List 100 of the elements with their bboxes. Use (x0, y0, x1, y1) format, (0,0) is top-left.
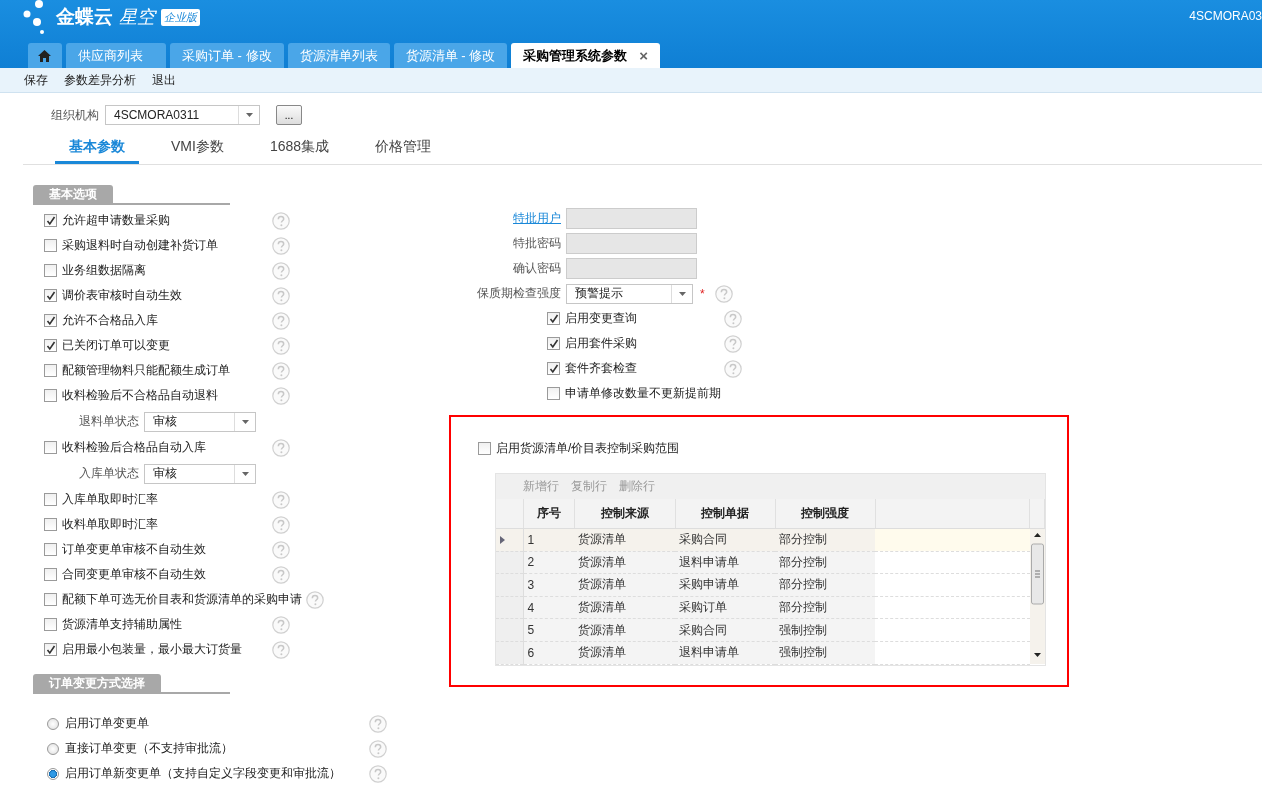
checkbox[interactable] (44, 518, 57, 531)
checkbox[interactable] (44, 239, 57, 252)
browse-button[interactable]: ... (276, 105, 302, 125)
option-label: 申请单修改数量不更新提前期 (565, 385, 721, 402)
table-cell: 4 (523, 596, 574, 619)
account-name: 4SCMORA03 (1189, 9, 1262, 23)
checkbox[interactable] (44, 214, 57, 227)
option-label: 业务组数据隔离 (62, 262, 147, 279)
table-cell: 退料申请单 (675, 551, 775, 574)
select-field[interactable]: 审核 (144, 411, 256, 432)
option-label: 配额下单可选无价目表和货源清单的采购申请 (62, 591, 302, 608)
column-header: 控制强度 (775, 499, 875, 529)
option-label: 允许不合格品入库 (62, 312, 159, 329)
option-label: 启用套件采购 (565, 335, 638, 352)
checkbox[interactable] (547, 362, 560, 375)
table-cell: 采购合同 (675, 528, 775, 552)
table-cell: 采购合同 (675, 618, 775, 642)
table-cell: 强制控制 (775, 618, 875, 642)
checkbox[interactable] (44, 389, 57, 402)
column-header: 序号 (523, 499, 574, 529)
checkbox[interactable] (44, 643, 57, 656)
help-icon[interactable] (724, 309, 742, 328)
option-label: 订单变更单审核不自动生效 (62, 541, 207, 558)
help-icon[interactable] (369, 714, 387, 733)
help-icon[interactable] (272, 236, 290, 255)
option-label: 货源清单支持辅助属性 (62, 616, 183, 633)
param-tab[interactable]: 价格管理 (361, 138, 446, 164)
toolbar-button[interactable]: 保存 (24, 71, 48, 89)
field-label: 退料单状态 (78, 413, 140, 430)
field-label: 保质期检查强度 (476, 285, 562, 302)
home-tab[interactable] (28, 43, 62, 68)
table-cell: 货源清单 (574, 641, 675, 664)
field-label: 确认密码 (512, 260, 562, 277)
logo-subtitle: 星空 (119, 6, 155, 29)
help-icon[interactable] (272, 361, 290, 380)
toolbar-button[interactable]: 参数差异分析 (64, 71, 136, 89)
param-tab[interactable]: 基本参数 (55, 138, 139, 164)
checkbox[interactable] (44, 568, 57, 581)
help-icon[interactable] (272, 565, 290, 584)
help-icon[interactable] (272, 336, 290, 355)
table-cell: 货源清单 (574, 551, 675, 574)
param-tab[interactable]: VMI参数 (157, 138, 238, 164)
checkbox[interactable] (44, 441, 57, 454)
option-label: 启用订单变更单 (65, 715, 150, 732)
checkbox[interactable] (478, 442, 491, 455)
checkbox[interactable] (44, 543, 57, 556)
help-icon[interactable] (272, 615, 290, 634)
table-cell: 采购申请单 (675, 573, 775, 597)
option-label: 允许超申请数量采购 (62, 212, 171, 229)
table-cell: 货源清单 (574, 618, 675, 642)
input-field[interactable] (566, 233, 697, 254)
help-icon[interactable] (272, 640, 290, 659)
checkbox[interactable] (44, 339, 57, 352)
checkbox[interactable] (44, 493, 57, 506)
toolbar-button[interactable]: 退出 (152, 71, 176, 89)
input-field[interactable] (566, 208, 697, 229)
table-cell: 采购订单 (675, 596, 775, 619)
input-field[interactable] (566, 258, 697, 279)
help-icon[interactable] (714, 284, 733, 303)
help-icon[interactable] (272, 540, 290, 559)
select-field[interactable]: 4SCMORA0311 (105, 105, 260, 125)
checkbox[interactable] (547, 387, 560, 400)
checkbox[interactable] (44, 618, 57, 631)
page-tab[interactable]: 采购管理系统参数 × (511, 43, 660, 68)
user-link[interactable]: 特批用户 (449, 210, 566, 227)
param-tab[interactable]: 1688集成 (255, 138, 344, 164)
checkbox[interactable] (44, 289, 57, 302)
option-label: 套件齐套检查 (565, 360, 638, 377)
option-label: 收料检验后不合格品自动退料 (62, 387, 219, 404)
help-icon[interactable] (272, 386, 290, 405)
table-cell: 6 (523, 641, 574, 664)
option-label: 启用订单新变更单（支持自定义字段变更和审批流） (65, 765, 342, 782)
help-icon[interactable] (272, 311, 290, 330)
checkbox[interactable] (44, 364, 57, 377)
checkbox[interactable] (44, 264, 57, 277)
help-icon[interactable] (272, 261, 290, 280)
caret-icon (241, 471, 249, 476)
help-icon[interactable] (306, 590, 324, 609)
option-label: 收料检验后合格品自动入库 (62, 439, 207, 456)
help-icon[interactable] (272, 438, 290, 457)
help-icon[interactable] (272, 286, 290, 305)
radio-button[interactable] (47, 767, 59, 780)
option-label: 合同变更单审核不自动生效 (62, 566, 207, 583)
help-icon[interactable] (724, 359, 742, 378)
help-icon[interactable] (272, 490, 290, 509)
checkbox[interactable] (44, 593, 57, 606)
radio-button[interactable] (47, 717, 59, 730)
radio-button[interactable] (47, 742, 59, 755)
help-icon[interactable] (369, 739, 387, 758)
select-field[interactable]: 审核 (144, 463, 256, 484)
option-label: 收料单取即时汇率 (62, 516, 159, 533)
help-icon[interactable] (272, 211, 290, 230)
checkbox[interactable] (44, 314, 57, 327)
checkbox[interactable] (547, 337, 560, 350)
checkbox[interactable] (547, 312, 560, 325)
select-field[interactable]: 预警提示 (566, 283, 693, 304)
help-icon[interactable] (272, 515, 290, 534)
help-icon[interactable] (724, 334, 742, 353)
close-icon[interactable]: × (639, 47, 648, 64)
help-icon[interactable] (369, 764, 387, 783)
